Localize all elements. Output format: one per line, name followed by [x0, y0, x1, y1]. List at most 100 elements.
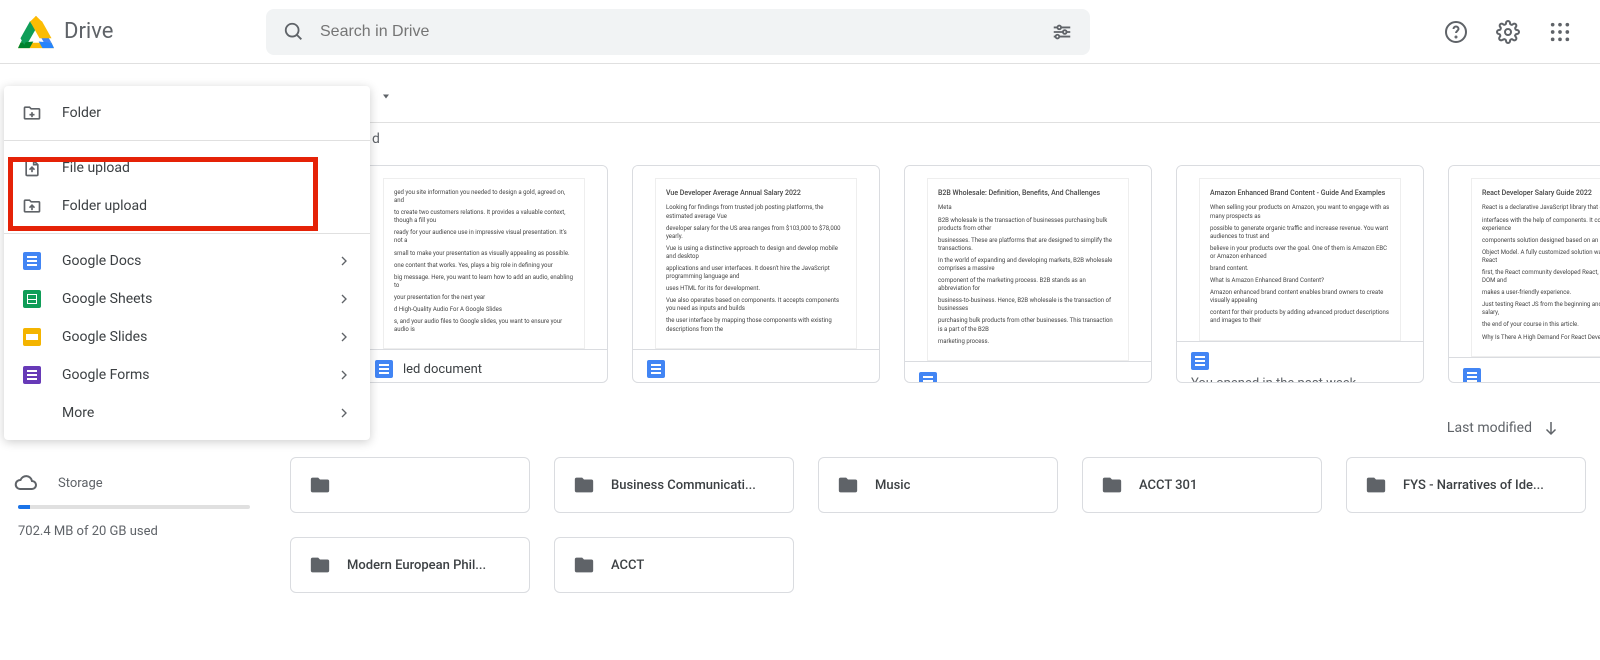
file-thumbnail: Amazon Enhanced Brand Content - Guide An… [1177, 166, 1423, 341]
google-docs-icon [22, 251, 42, 271]
folder-name: FYS - Narratives of Ide... [1403, 478, 1544, 493]
sort-label: Last modified [1447, 420, 1532, 436]
folder-name: Business Communicati... [611, 478, 756, 493]
header: Drive [0, 0, 1600, 64]
folder-name: ACCT [611, 558, 644, 573]
google-docs-icon [1191, 352, 1209, 370]
search-options-icon[interactable] [1050, 20, 1074, 44]
folders-header: Folders Last modified [290, 419, 1600, 437]
drive-logo-icon [16, 12, 56, 52]
file-thumbnail: B2B Wholesale: Definition, Benefits, And… [905, 166, 1151, 361]
chevron-right-icon [336, 253, 352, 269]
new-folder-icon [22, 103, 42, 123]
menu-item-file-upload[interactable]: File upload [4, 149, 370, 187]
google-slides-icon [22, 327, 42, 347]
menu-label: Google Docs [62, 253, 316, 269]
file-card-footer: You opened in the past week [1177, 341, 1423, 383]
file-card[interactable]: ged you site information you needed to d… [360, 165, 608, 383]
google-docs-icon [647, 360, 665, 378]
folder-icon [573, 474, 595, 496]
suggested-label: d [372, 131, 1600, 147]
file-thumbnail: ged you site information you needed to d… [361, 166, 607, 349]
menu-item-google-sheets[interactable]: Google Sheets [4, 280, 370, 318]
folder-icon [1101, 474, 1123, 496]
folder-item[interactable]: Music [818, 457, 1058, 513]
google-docs-icon [919, 372, 937, 383]
cloud-icon [14, 471, 38, 495]
menu-label: Folder [62, 105, 352, 121]
storage-label: Storage [58, 476, 103, 491]
file-thumbnail: Vue Developer Average Annual Salary 2022… [633, 166, 879, 349]
folder-name: ACCT 301 [1139, 478, 1197, 493]
search-bar[interactable] [266, 9, 1090, 55]
search-icon [282, 20, 306, 44]
brand-text: Drive [64, 19, 113, 44]
menu-label: More [62, 405, 316, 421]
file-subtitle: You opened in the past week [1191, 376, 1409, 383]
new-context-menu: Folder File upload Folder upload Google … [4, 86, 370, 440]
main-content: e d ged you site information you needed … [290, 76, 1600, 660]
file-card[interactable]: React Developer Salary Guide 2022React i… [1448, 165, 1600, 383]
sidebar-item-storage[interactable]: Storage [8, 465, 252, 501]
chevron-right-icon [336, 329, 352, 345]
search-input[interactable] [318, 22, 1038, 42]
menu-item-google-forms[interactable]: Google Forms [4, 356, 370, 394]
menu-item-folder[interactable]: Folder [4, 94, 370, 132]
brand[interactable]: Drive [16, 12, 266, 52]
menu-item-google-slides[interactable]: Google Slides [4, 318, 370, 356]
file-upload-icon [22, 158, 42, 178]
chevron-right-icon [336, 291, 352, 307]
sort-control[interactable]: Last modified [1447, 419, 1560, 437]
menu-separator [4, 233, 370, 234]
file-title: led document [403, 362, 482, 377]
storage-text: 702.4 MB of 20 GB used [18, 524, 158, 539]
help-icon[interactable] [1444, 20, 1468, 44]
apps-grid-icon[interactable] [1548, 20, 1572, 44]
folder-icon [837, 474, 859, 496]
menu-label: Google Slides [62, 329, 316, 345]
arrow-down-icon [1542, 419, 1560, 437]
file-card-footer: You edited in the past week [633, 349, 879, 383]
google-docs-icon [1463, 368, 1481, 383]
suggested-cards-row: ged you site information you needed to d… [360, 165, 1600, 383]
folders-row: Business Communicati... Music ACCT 301 FYS … [290, 457, 1600, 593]
folder-icon [309, 554, 331, 576]
google-sheets-icon [22, 289, 42, 309]
file-card-footer: You edited in the past week [905, 361, 1151, 383]
folder-upload-icon [22, 196, 42, 216]
folder-item[interactable]: FYS - Narratives of Ide... [1346, 457, 1586, 513]
chevron-right-icon [336, 405, 352, 421]
folder-item[interactable]: ACCT 301 [1082, 457, 1322, 513]
menu-item-folder-upload[interactable]: Folder upload [4, 187, 370, 225]
file-thumbnail: React Developer Salary Guide 2022React i… [1449, 166, 1600, 357]
settings-icon[interactable] [1496, 20, 1520, 44]
folder-name: Modern European Phil... [347, 558, 486, 573]
folder-name: Music [875, 478, 910, 493]
folder-item[interactable]: ACCT [554, 537, 794, 593]
menu-item-more[interactable]: More [4, 394, 370, 432]
folder-icon [1365, 474, 1387, 496]
file-card-footer: You edited in the past week [1449, 357, 1600, 383]
menu-label: Google Sheets [62, 291, 316, 307]
file-card[interactable]: Vue Developer Average Annual Salary 2022… [632, 165, 880, 383]
folder-icon [573, 554, 595, 576]
file-card-footer: led documentl today [361, 349, 607, 383]
folder-item[interactable]: Modern European Phil... [290, 537, 530, 593]
blank-icon [22, 403, 42, 423]
menu-item-google-docs[interactable]: Google Docs [4, 242, 370, 280]
storage-bar [18, 505, 250, 509]
folder-item[interactable] [290, 457, 530, 513]
divider [360, 122, 1600, 123]
menu-label: File upload [62, 160, 352, 176]
google-docs-icon [375, 360, 393, 378]
menu-separator [4, 140, 370, 141]
folder-icon [309, 474, 331, 496]
file-card[interactable]: Amazon Enhanced Brand Content - Guide An… [1176, 165, 1424, 383]
folder-item[interactable]: Business Communicati... [554, 457, 794, 513]
google-forms-icon [22, 365, 42, 385]
breadcrumb[interactable]: e [360, 76, 1600, 116]
header-actions [1444, 20, 1584, 44]
file-card[interactable]: B2B Wholesale: Definition, Benefits, And… [904, 165, 1152, 383]
menu-label: Google Forms [62, 367, 316, 383]
chevron-right-icon [336, 367, 352, 383]
